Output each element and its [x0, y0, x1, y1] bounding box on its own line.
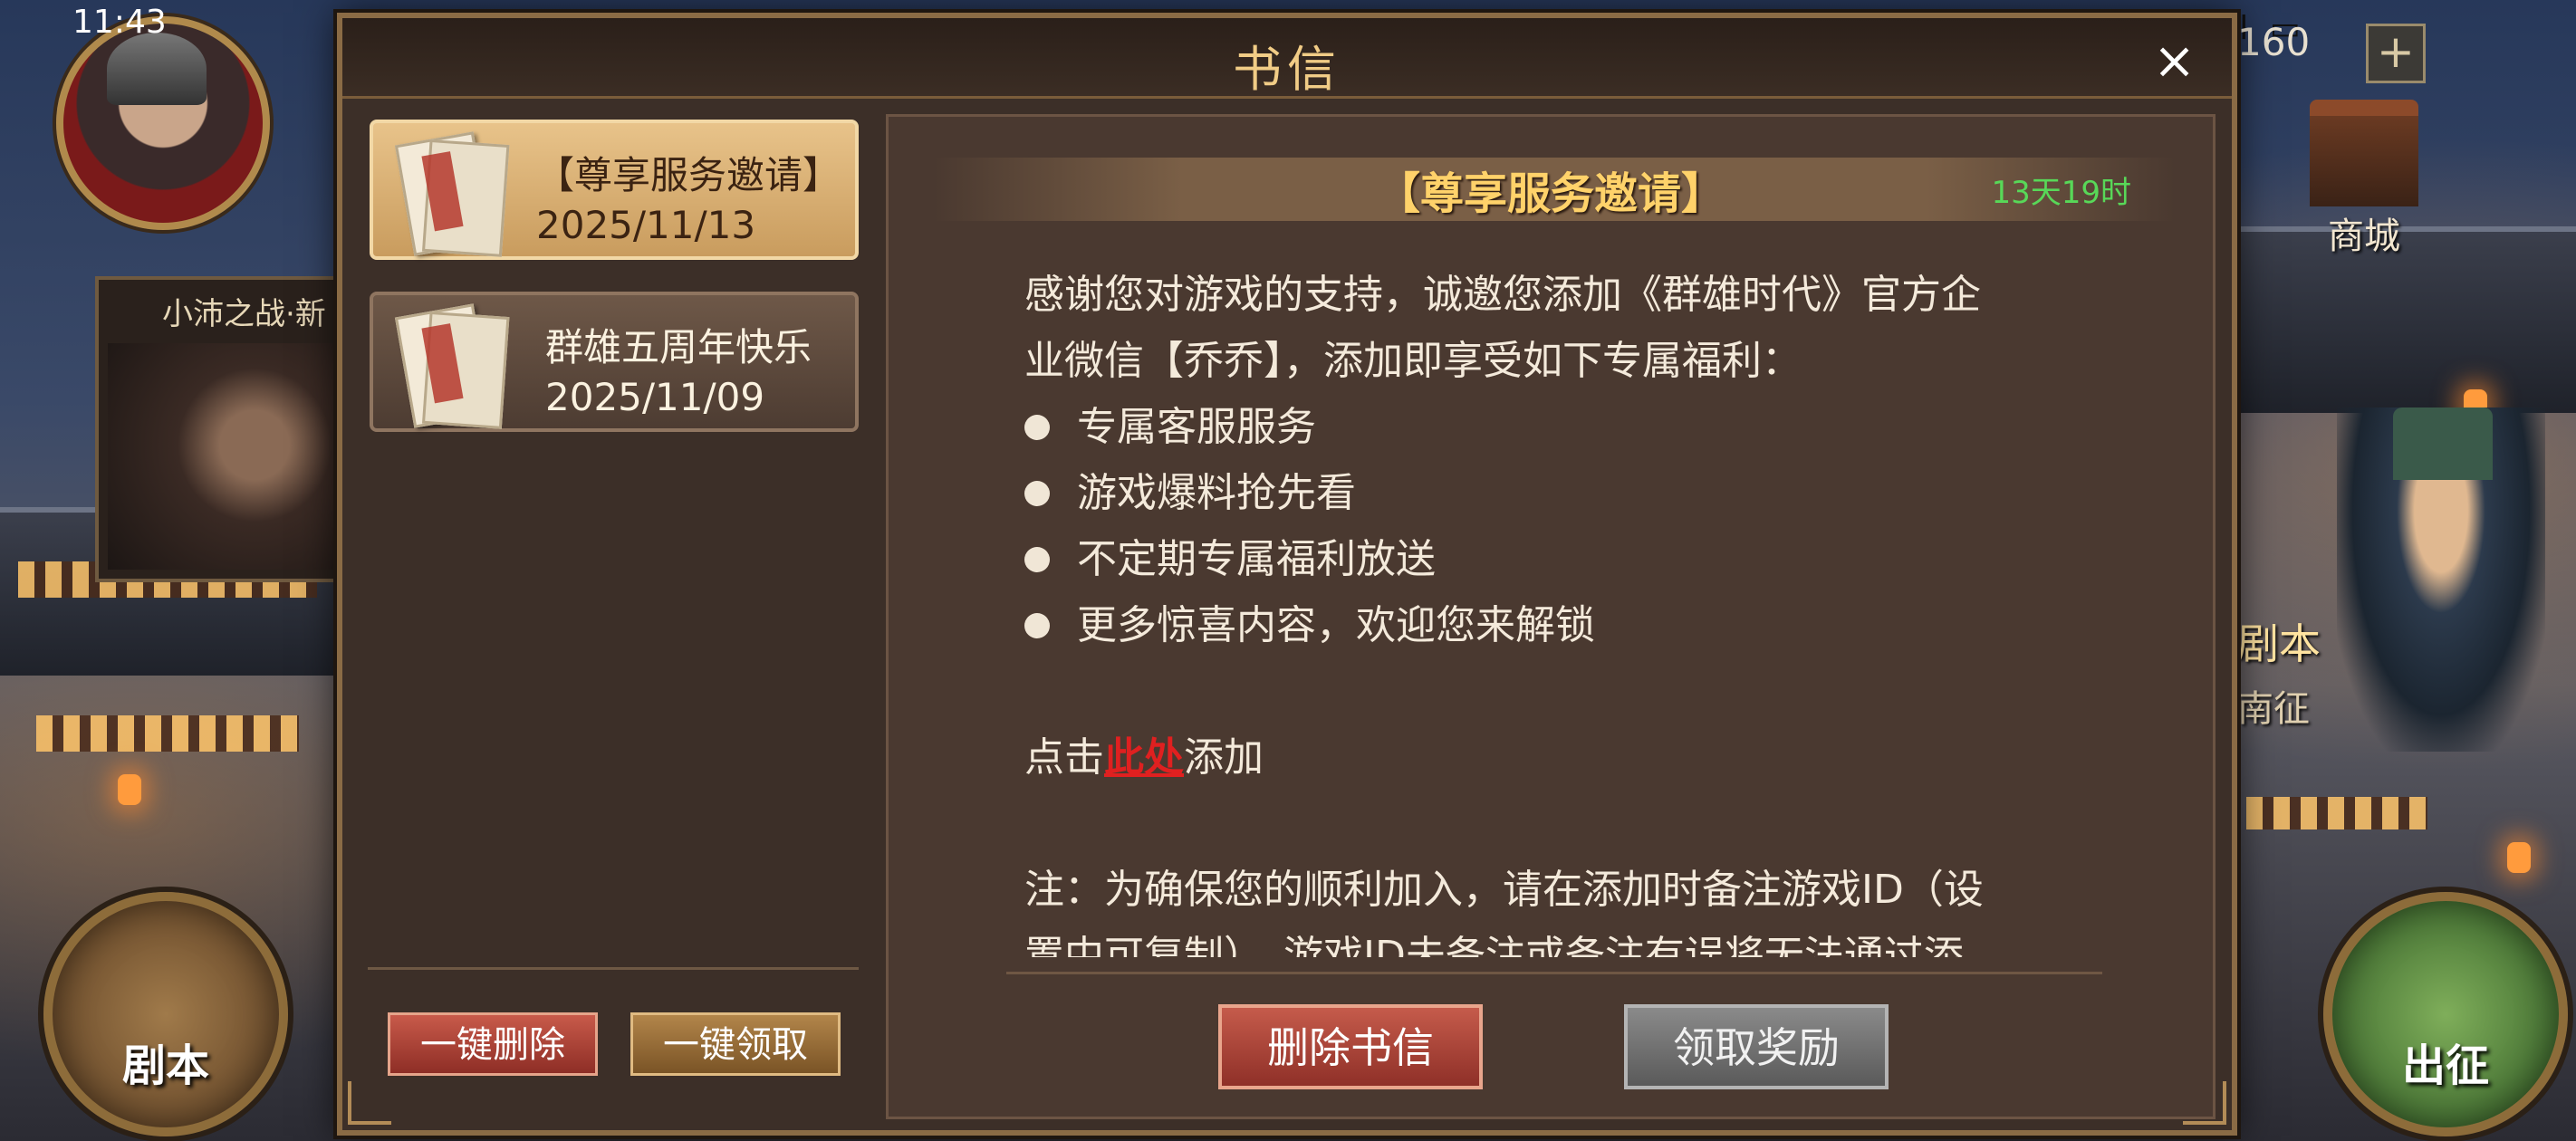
batch-claim-button[interactable]: 一键领取: [630, 1012, 841, 1076]
letter-content-body[interactable]: 感谢您对游戏的支持，诚邀您添加《群雄时代》官方企 业微信【乔乔】，添加即享受如下…: [1024, 262, 2093, 957]
letter-item-selected[interactable]: 【尊享服务邀请】 2025/11/13: [370, 120, 859, 260]
letter-item-date: 2025/11/13: [536, 203, 756, 247]
letters-dialog: 书信 × 【尊享服务邀请】 2025/11/13 群雄五周年快乐 2025/11…: [337, 13, 2237, 1136]
helmet-icon: [107, 33, 207, 105]
side-character-portrait: [2337, 408, 2545, 752]
add-here-link[interactable]: 此处: [1104, 734, 1184, 781]
benefit-item: 专属客服服务: [1024, 394, 2093, 460]
side-label-story: 剧本: [2237, 619, 2321, 668]
march-button[interactable]: 出征: [2323, 892, 2568, 1136]
click-suffix: 添加: [1184, 734, 1264, 781]
letter-item-title: 【尊享服务邀请】: [536, 153, 841, 197]
hat-icon: [2393, 408, 2493, 480]
note-line: 置中可复制）。游戏ID未备注或备注有误将无法通过添: [1024, 933, 1964, 957]
letter-item-date: 2025/11/09: [545, 375, 765, 419]
content-divider: [1006, 972, 2102, 974]
shop-button[interactable]: 商城: [2305, 100, 2423, 257]
close-button[interactable]: ×: [2153, 36, 2196, 87]
background-window-lights: [2246, 797, 2427, 829]
lantern-icon: [118, 774, 141, 805]
story-button-label: 剧本: [121, 1040, 209, 1091]
benefit-text: 专属客服服务: [1077, 404, 1316, 450]
click-instruction: 点击此处添加: [1024, 724, 2093, 791]
coin-count: 160: [2237, 20, 2311, 64]
story-button[interactable]: 剧本: [43, 892, 288, 1136]
story-card-title: 小沛之战·新: [162, 296, 326, 332]
add-coins-button[interactable]: +: [2366, 24, 2426, 83]
letter-item-title: 群雄五周年快乐: [545, 325, 812, 369]
player-avatar[interactable]: [56, 16, 270, 230]
letter-envelope-icon: [394, 131, 510, 257]
dialog-title: 书信: [1233, 41, 1341, 98]
dialog-corner-ornament: [348, 1081, 391, 1125]
note-line: 注：为确保您的顺利加入，请在添加时备注游戏ID（设: [1024, 867, 1984, 913]
side-label-south: 南征: [2237, 688, 2310, 730]
intro-line: 业微信【乔乔】，添加即享受如下专属福利：: [1024, 338, 1802, 384]
march-button-label: 出征: [2401, 1040, 2489, 1091]
letter-envelope-icon: [394, 303, 510, 429]
benefit-item: 更多惊喜内容，欢迎您来解锁: [1024, 592, 2093, 658]
batch-delete-button[interactable]: 一键删除: [388, 1012, 598, 1076]
benefit-text: 游戏爆料抢先看: [1077, 470, 1356, 516]
list-divider: [368, 967, 859, 970]
shop-label: 商城: [2328, 216, 2400, 257]
benefit-item: 游戏爆料抢先看: [1024, 460, 2093, 526]
story-card[interactable]: 小沛之战·新: [95, 276, 365, 582]
letter-list: 【尊享服务邀请】 2025/11/13 群雄五周年快乐 2025/11/09: [370, 120, 859, 980]
shop-building-icon: [2310, 100, 2418, 206]
intro-line: 感谢您对游戏的支持，诚邀您添加《群雄时代》官方企: [1024, 272, 1981, 318]
story-card-image: [108, 343, 352, 570]
benefit-text: 不定期专属福利放送: [1077, 536, 1436, 582]
bullet-dot-icon: [1024, 612, 1050, 638]
bullet-dot-icon: [1024, 414, 1050, 440]
delete-letter-button[interactable]: 删除书信: [1218, 1004, 1483, 1089]
bullet-dot-icon: [1024, 480, 1050, 506]
click-prefix: 点击: [1024, 734, 1104, 781]
benefit-text: 更多惊喜内容，欢迎您来解锁: [1077, 602, 1595, 648]
background-window-lights: [36, 715, 299, 752]
claim-reward-button[interactable]: 领取奖励: [1624, 1004, 1889, 1089]
benefit-item: 不定期专属福利放送: [1024, 526, 2093, 592]
letter-item[interactable]: 群雄五周年快乐 2025/11/09: [370, 292, 859, 432]
bullet-dot-icon: [1024, 546, 1050, 572]
letter-content-panel: 【尊享服务邀请】 13天19时 感谢您对游戏的支持，诚邀您添加《群雄时代》官方企…: [886, 114, 2216, 1119]
letter-expiry-timer: 13天19时: [1991, 175, 2131, 211]
dialog-titlebar: 书信 ×: [342, 18, 2232, 99]
lantern-icon: [2507, 842, 2531, 873]
status-bar-time: 11:43: [72, 4, 167, 41]
